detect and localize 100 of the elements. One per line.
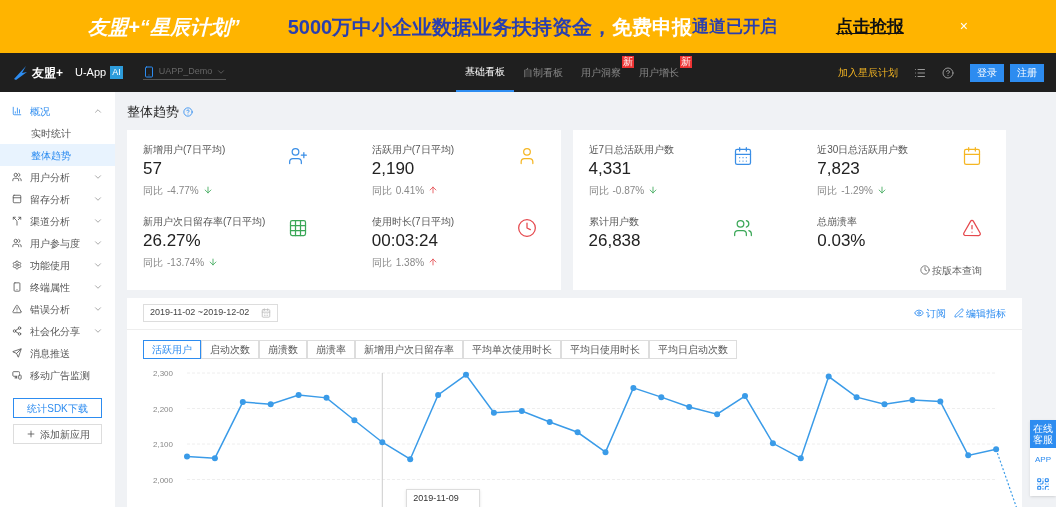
clock-icon bbox=[920, 265, 930, 275]
phone-icon bbox=[142, 66, 155, 78]
data-point bbox=[658, 393, 665, 400]
caret-icon bbox=[216, 67, 227, 77]
metric-tab[interactable]: 平均日使用时长 bbox=[561, 339, 649, 359]
data-point bbox=[937, 397, 944, 404]
subscribe-link[interactable]: 订阅 bbox=[914, 305, 946, 321]
y-tick-label: 2,000 bbox=[152, 475, 173, 484]
edit-metrics-link[interactable]: 编辑指标 bbox=[954, 305, 1006, 321]
eye-icon bbox=[914, 308, 924, 318]
bar-chart-icon bbox=[12, 106, 22, 116]
sidebar-item[interactable]: 用户分析 bbox=[0, 166, 115, 188]
data-point bbox=[742, 392, 748, 399]
metric-tab[interactable]: 新增用户次日留存率 bbox=[355, 339, 463, 359]
chart-tooltip: 2019-11-09 bbox=[406, 488, 481, 507]
calendar-icon bbox=[261, 308, 272, 318]
share-icon bbox=[12, 326, 22, 336]
metric-tab[interactable]: 崩溃率 bbox=[307, 339, 355, 359]
gear-icon bbox=[12, 260, 22, 270]
change-value: -13.74% bbox=[167, 255, 205, 270]
sidebar-item[interactable]: 社会化分享 bbox=[0, 320, 115, 342]
add-app-button[interactable]: 添加新应用 bbox=[13, 424, 102, 444]
split-arrows-icon bbox=[12, 216, 22, 226]
sidebar-item[interactable]: 错误分析 bbox=[0, 298, 115, 320]
banner-tail: 通道已开启 bbox=[692, 15, 778, 36]
data-point bbox=[546, 418, 553, 425]
qr-code-icon bbox=[1036, 477, 1050, 491]
compare-label: 同比 bbox=[371, 255, 392, 270]
data-point bbox=[881, 400, 888, 407]
pen-icon bbox=[954, 308, 964, 318]
data-point bbox=[323, 394, 330, 401]
stat-value: 26,838 bbox=[588, 229, 641, 252]
stat-label: 总崩溃率 bbox=[817, 214, 859, 229]
sdk-download-button[interactable]: 统计SDK下载 bbox=[13, 398, 102, 418]
logo-text: 友盟+ bbox=[32, 64, 63, 82]
change-value: -1.29% bbox=[841, 183, 873, 198]
phone-icon bbox=[12, 282, 22, 292]
sidebar-item[interactable]: 功能使用 bbox=[0, 254, 115, 276]
metric-tab[interactable]: 平均单次使用时长 bbox=[463, 339, 561, 359]
metric-tab[interactable]: 活跃用户 bbox=[143, 339, 201, 359]
banner-cta-link[interactable]: 点击抢报 bbox=[835, 13, 904, 40]
data-point bbox=[435, 391, 442, 398]
nav-tab[interactable]: 基础看板 bbox=[456, 53, 515, 92]
data-point bbox=[490, 409, 497, 416]
page-title: 整体趋势 bbox=[127, 103, 179, 121]
grid-icon bbox=[287, 217, 308, 238]
data-point bbox=[518, 407, 525, 414]
list-icon[interactable] bbox=[914, 66, 926, 79]
y-tick-label: 2,200 bbox=[152, 404, 173, 413]
sidebar-item[interactable]: 用户参与度 bbox=[0, 232, 115, 254]
data-point bbox=[602, 448, 609, 455]
app-button[interactable]: APP bbox=[1030, 448, 1056, 472]
data-point bbox=[574, 428, 581, 435]
sidebar-item[interactable]: 概况 bbox=[0, 100, 115, 122]
data-point bbox=[463, 371, 469, 378]
users-icon bbox=[12, 172, 22, 182]
warning-icon bbox=[12, 304, 22, 314]
stat-label: 近7日总活跃用户数 bbox=[588, 142, 675, 157]
version-query-link[interactable]: 按版本查询 bbox=[920, 262, 982, 278]
data-point bbox=[993, 445, 1000, 452]
compare-label: 同比 bbox=[371, 183, 392, 198]
compare-label: 同比 bbox=[143, 255, 163, 270]
plus-icon bbox=[25, 429, 36, 439]
y-tick-label: 2,100 bbox=[152, 439, 173, 449]
stat-label: 活跃用户(7日平均) bbox=[371, 142, 454, 157]
screen-icon bbox=[12, 370, 22, 380]
data-point bbox=[825, 373, 832, 380]
sidebar-item[interactable]: 渠道分析 bbox=[0, 210, 115, 232]
calendar-icon bbox=[733, 145, 754, 166]
sidebar-item[interactable]: 移动广告监测 bbox=[0, 364, 115, 386]
stat-label: 累计用户数 bbox=[588, 214, 640, 229]
users-icon bbox=[733, 217, 754, 238]
metric-tab[interactable]: 启动次数 bbox=[201, 339, 259, 359]
stat-value: 7,823 bbox=[817, 157, 861, 180]
date-range-field[interactable]: 2019-11-02 ~2019-12-02 bbox=[143, 304, 279, 322]
data-point bbox=[184, 452, 190, 459]
data-point bbox=[853, 393, 860, 400]
data-point bbox=[630, 384, 637, 391]
users-icon bbox=[12, 238, 22, 248]
sidebar-item[interactable]: 留存分析 bbox=[0, 188, 115, 210]
metric-tab[interactable]: 平均日启动次数 bbox=[649, 339, 737, 359]
stat-value: 4,331 bbox=[588, 157, 633, 180]
sidebar-item[interactable]: 终端属性 bbox=[0, 276, 115, 298]
data-point bbox=[797, 454, 804, 461]
y-tick-label: 2,300 bbox=[152, 368, 173, 378]
data-point bbox=[379, 438, 386, 445]
nav-tab[interactable]: 自制看板 bbox=[514, 53, 573, 92]
metric-tab[interactable]: 崩溃数 bbox=[259, 339, 307, 359]
compare-label: 同比 bbox=[588, 183, 609, 198]
stat-label: 新用户次日留存率(7日平均) bbox=[143, 214, 266, 229]
data-point bbox=[965, 451, 972, 458]
stat-value: 0.03% bbox=[817, 229, 866, 252]
compare-label: 同比 bbox=[143, 183, 163, 198]
data-point bbox=[714, 410, 721, 417]
help-icon[interactable] bbox=[942, 66, 954, 79]
sidebar-item[interactable]: 消息推送 bbox=[0, 342, 115, 364]
stat-value: 26.27% bbox=[143, 229, 202, 252]
join-link[interactable]: 加入星辰计划 bbox=[838, 65, 898, 80]
banner-headline: 5000万中小企业数据业务扶持资金， bbox=[287, 14, 613, 40]
sidebar-subitem[interactable]: 实时统计 bbox=[0, 122, 115, 144]
